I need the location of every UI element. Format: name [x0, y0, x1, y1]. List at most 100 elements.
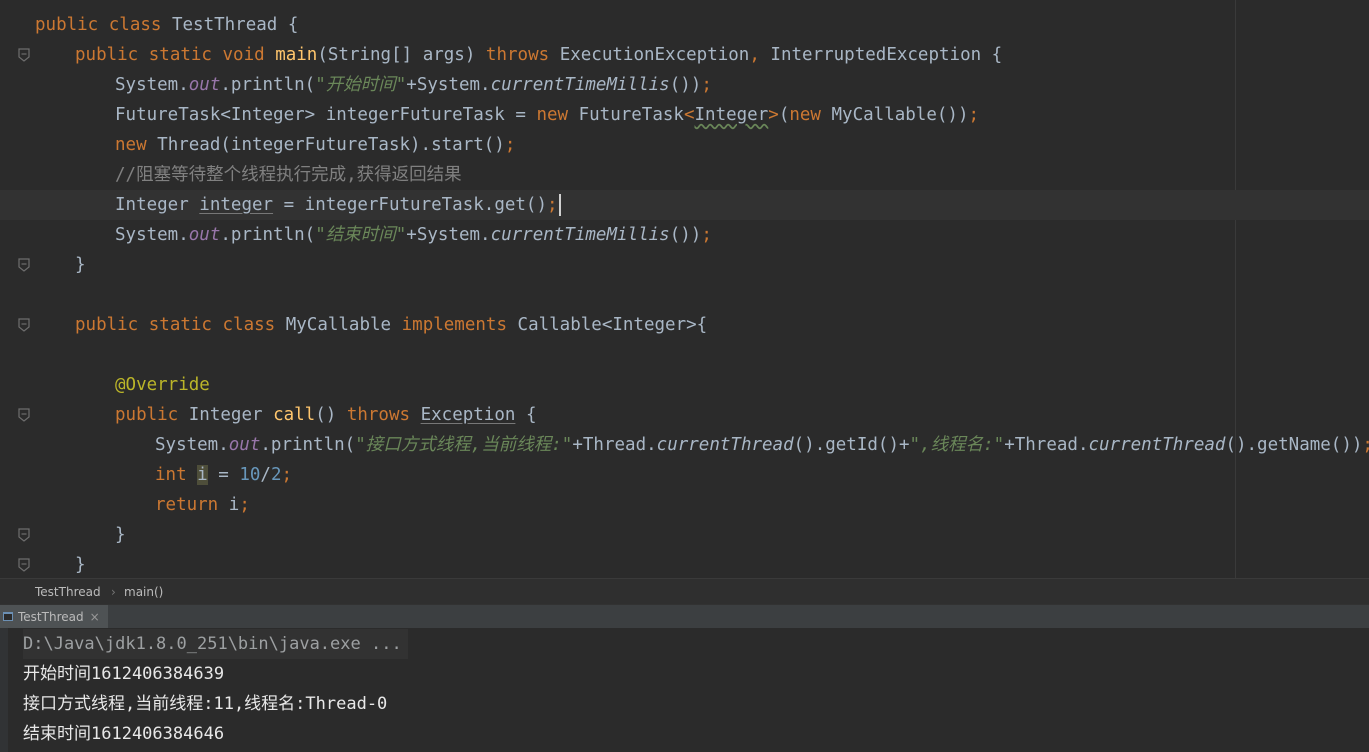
code-text[interactable]: System.out.println("接口方式线程,当前线程:"+Thread…	[155, 430, 1369, 460]
code-token: throws	[346, 405, 421, 425]
code-token: out	[228, 435, 261, 455]
code-token: ().getId()+	[793, 435, 910, 455]
code-token: public static class	[75, 315, 286, 335]
run-console[interactable]: D:\Java\jdk1.8.0_251\bin\java.exe ... 开始…	[0, 628, 1369, 752]
code-token: public class	[35, 15, 172, 35]
breadcrumb-method[interactable]: main()	[124, 585, 163, 599]
code-token: 10	[239, 465, 261, 485]
code-text[interactable]: public static class MyCallable implement…	[75, 310, 707, 340]
code-token: ,	[749, 45, 771, 65]
code-line[interactable]	[0, 280, 1369, 310]
fold-icon[interactable]	[17, 408, 31, 422]
code-text[interactable]: public Integer call() throws Exception {	[115, 400, 537, 430]
code-line[interactable]	[0, 340, 1369, 370]
code-token: public	[115, 405, 189, 425]
code-token: }	[75, 255, 86, 275]
code-editor[interactable]: public class TestThread {public static v…	[0, 0, 1369, 578]
code-token: i	[197, 465, 208, 485]
code-token: new	[115, 135, 158, 155]
code-token: TestThread {	[171, 15, 299, 35]
code-token: ;	[239, 495, 250, 515]
code-line[interactable]: public static void main(String[] args) t…	[0, 40, 1369, 70]
fold-icon[interactable]	[17, 558, 31, 572]
code-text[interactable]: System.out.println("开始时间"+System.current…	[115, 70, 712, 100]
code-line[interactable]: System.out.println("开始时间"+System.current…	[0, 70, 1369, 100]
code-token: integer	[199, 195, 274, 215]
code-token: Integer	[188, 405, 274, 425]
code-line[interactable]: }	[0, 520, 1369, 550]
code-line[interactable]: }	[0, 550, 1369, 578]
code-token: Integer	[115, 195, 200, 215]
code-token: //阻塞等待整个线程执行完成,获得返回结果	[115, 165, 462, 185]
code-text[interactable]: return i;	[155, 490, 250, 520]
code-text[interactable]: @Override	[115, 370, 210, 400]
code-token: currentTimeMillis	[490, 75, 670, 95]
run-tab-testthread[interactable]: TestThread ×	[0, 605, 108, 629]
code-token: new	[536, 105, 579, 125]
fold-icon[interactable]	[17, 258, 31, 272]
code-text[interactable]: public class TestThread {	[35, 10, 298, 40]
run-tab-bar: TestThread ×	[0, 604, 1369, 629]
code-line[interactable]: FutureTask<Integer> integerFutureTask = …	[0, 100, 1369, 130]
console-line: D:\Java\jdk1.8.0_251\bin\java.exe ...	[23, 629, 408, 659]
code-line[interactable]: public static class MyCallable implement…	[0, 310, 1369, 340]
code-line[interactable]: int i = 10/2;	[0, 460, 1369, 490]
code-token: FutureTask<Integer> integerFutureTask =	[115, 105, 537, 125]
code-line[interactable]: public Integer call() throws Exception {	[0, 400, 1369, 430]
code-text[interactable]: int i = 10/2;	[155, 460, 292, 490]
code-token: /	[260, 465, 271, 485]
code-line[interactable]: @Override	[0, 370, 1369, 400]
code-token: out	[188, 225, 221, 245]
fold-icon[interactable]	[17, 528, 31, 542]
code-line[interactable]: return i;	[0, 490, 1369, 520]
code-token: ;	[701, 225, 712, 245]
code-token: }	[115, 525, 126, 545]
code-text[interactable]: System.out.println("结束时间"+System.current…	[115, 220, 712, 250]
text-caret	[558, 194, 561, 216]
code-token: (String[] args)	[317, 45, 486, 65]
fold-icon[interactable]	[17, 48, 31, 62]
code-token: +Thread.	[572, 435, 657, 455]
code-text[interactable]: }	[75, 550, 86, 578]
code-token: ()	[315, 405, 347, 425]
code-token: ;	[1362, 435, 1369, 455]
breadcrumb-separator: ›	[111, 585, 116, 599]
code-token: Callable<Integer>{	[517, 315, 708, 335]
code-token: currentThread	[1088, 435, 1226, 455]
code-text[interactable]: }	[75, 250, 86, 280]
code-text[interactable]: public static void main(String[] args) t…	[75, 40, 1002, 70]
breadcrumb-class[interactable]: TestThread	[35, 585, 101, 599]
code-token: 2	[270, 465, 282, 485]
code-line[interactable]: System.out.println("接口方式线程,当前线程:"+Thread…	[0, 430, 1369, 460]
code-line[interactable]: Integer integer = integerFutureTask.get(…	[0, 190, 1369, 220]
code-token: .println(	[220, 225, 316, 245]
code-token: InterruptedException {	[770, 45, 1003, 65]
code-token: >	[768, 105, 779, 125]
code-line[interactable]: }	[0, 250, 1369, 280]
code-token: +System.	[406, 75, 491, 95]
code-token: @Override	[115, 375, 210, 395]
code-line[interactable]: new Thread(integerFutureTask).start();	[0, 130, 1369, 160]
code-token: ;	[547, 195, 558, 215]
console-line: 结束时间1612406384646	[23, 724, 225, 744]
code-token: call	[273, 405, 316, 425]
code-line[interactable]: //阻塞等待整个线程执行完成,获得返回结果	[0, 160, 1369, 190]
code-token: ;	[701, 75, 712, 95]
code-token: throws	[485, 45, 560, 65]
code-token: new	[789, 105, 832, 125]
fold-icon[interactable]	[17, 318, 31, 332]
code-text[interactable]: new Thread(integerFutureTask).start();	[115, 130, 515, 160]
close-icon[interactable]: ×	[90, 610, 100, 624]
code-token: ;	[968, 105, 980, 125]
code-text[interactable]: FutureTask<Integer> integerFutureTask = …	[115, 100, 979, 130]
code-token: out	[188, 75, 221, 95]
code-token: main	[275, 45, 318, 65]
code-token: Thread(integerFutureTask).start()	[157, 135, 505, 155]
code-text[interactable]: Integer integer = integerFutureTask.get(…	[115, 190, 561, 220]
code-line[interactable]: public class TestThread {	[0, 10, 1369, 40]
code-line[interactable]: System.out.println("结束时间"+System.current…	[0, 220, 1369, 250]
code-text[interactable]: //阻塞等待整个线程执行完成,获得返回结果	[115, 160, 462, 190]
code-text[interactable]: }	[115, 520, 126, 550]
code-token: System.	[115, 75, 189, 95]
code-token: "接口方式线程,当前线程:"	[355, 435, 573, 455]
